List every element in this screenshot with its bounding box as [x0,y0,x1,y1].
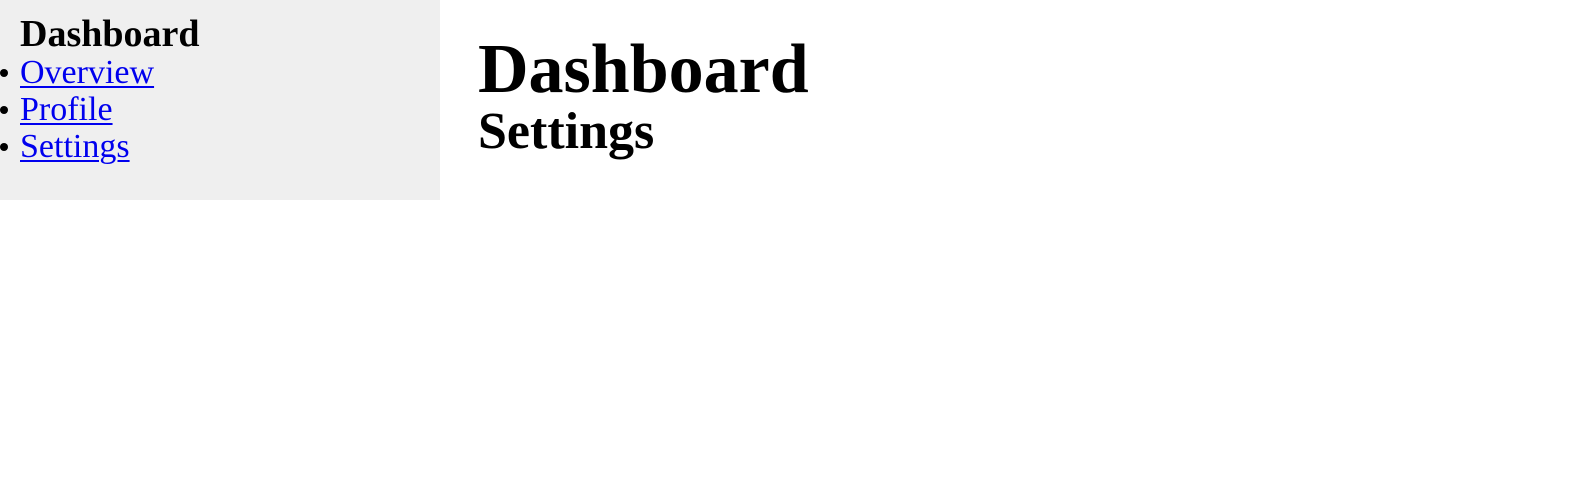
sidebar-item-overview: Overview [0,54,154,91]
sidebar-link-overview[interactable]: Overview [20,54,154,91]
page-title: Dashboard [478,31,809,108]
sidebar-item-settings: Settings [0,128,154,165]
bullet-icon [0,106,8,114]
app-layout: Dashboard Overview Profile Settings Dash… [0,0,1576,502]
sidebar-item-profile: Profile [0,91,154,128]
bullet-icon [0,143,8,151]
sidebar-nav: Overview Profile Settings [0,54,154,165]
sidebar-link-settings[interactable]: Settings [20,128,130,165]
bullet-icon [0,69,8,77]
sidebar-link-profile[interactable]: Profile [20,91,113,128]
sidebar-title: Dashboard [20,13,200,55]
sidebar: Dashboard Overview Profile Settings [0,0,440,200]
section-title: Settings [478,103,655,160]
main-content: Dashboard Settings [478,0,1576,200]
